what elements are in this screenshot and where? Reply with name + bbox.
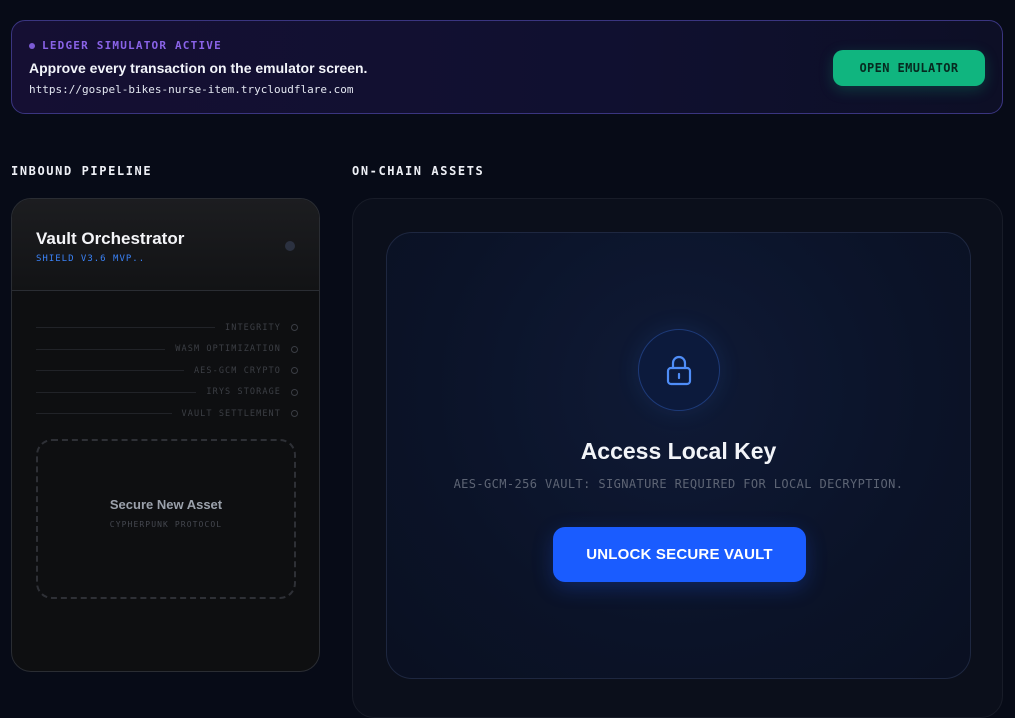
inbound-pipeline-heading: INBOUND PIPELINE [11,164,153,178]
pipeline-stage: IRYS STORAGE [36,382,298,404]
vault-orchestrator-card: Vault Orchestrator SHIELD V3.6 MVP.. INT… [11,198,320,672]
stage-node-icon [291,367,298,375]
pipeline-stage-label: VAULT SETTLEMENT [181,408,281,419]
vault-title: Access Local Key [580,438,777,464]
pipeline-stage-label: INTEGRITY [225,322,281,333]
lock-icon [666,355,692,386]
local-key-vault-card: Access Local Key AES-GCM-256 VAULT: SIGN… [386,232,971,679]
new-asset-title: Secure New Asset [109,497,223,512]
pipeline-stage-label: WASM OPTIMIZATION [175,344,281,355]
open-emulator-button[interactable]: OPEN EMULATOR [833,50,985,86]
pipeline-stages: INTEGRITY WASM OPTIMIZATION AES-GCM CRYP… [36,317,298,425]
orchestrator-version: SHIELD V3.6 MVP.. [36,254,146,264]
pipeline-stage: WASM OPTIMIZATION [36,339,298,361]
pipeline-stage: INTEGRITY [36,317,298,339]
orchestrator-title: Vault Orchestrator [36,229,185,248]
pipeline-stage: AES-GCM CRYPTO [36,360,298,382]
ledger-simulator-banner: LEDGER SIMULATOR ACTIVE Approve every tr… [11,20,1003,114]
on-chain-assets-panel: Access Local Key AES-GCM-256 VAULT: SIGN… [352,198,1003,718]
secure-new-asset-dropzone[interactable]: Secure New Asset CYPHERPUNK PROTOCOL [36,439,296,599]
on-chain-assets-heading: ON-CHAIN ASSETS [352,164,485,178]
banner-title: Approve every transaction on the emulato… [29,60,368,76]
lock-badge [638,329,720,411]
pipeline-stage: VAULT SETTLEMENT [36,403,298,425]
simulator-status-text: LEDGER SIMULATOR ACTIVE [42,39,222,52]
stage-node-icon [291,345,298,353]
unlock-secure-vault-button[interactable]: UNLOCK SECURE VAULT [553,527,806,582]
new-asset-subtitle: CYPHERPUNK PROTOCOL [109,520,223,529]
pipeline-stage-label: IRYS STORAGE [206,387,281,398]
vault-subtitle: AES-GCM-256 VAULT: SIGNATURE REQUIRED FO… [453,477,904,491]
stage-node-icon [291,410,298,418]
simulator-status: LEDGER SIMULATOR ACTIVE [29,39,222,52]
stage-node-icon [291,324,298,332]
orchestrator-header: Vault Orchestrator SHIELD V3.6 MVP.. [12,199,319,291]
status-dot-icon [29,42,35,49]
pipeline-stage-label: AES-GCM CRYPTO [193,365,281,376]
stage-node-icon [291,388,298,396]
emulator-url: https://gospel-bikes-nurse-item.trycloud… [29,83,354,96]
orchestrator-status-indicator [285,241,295,251]
